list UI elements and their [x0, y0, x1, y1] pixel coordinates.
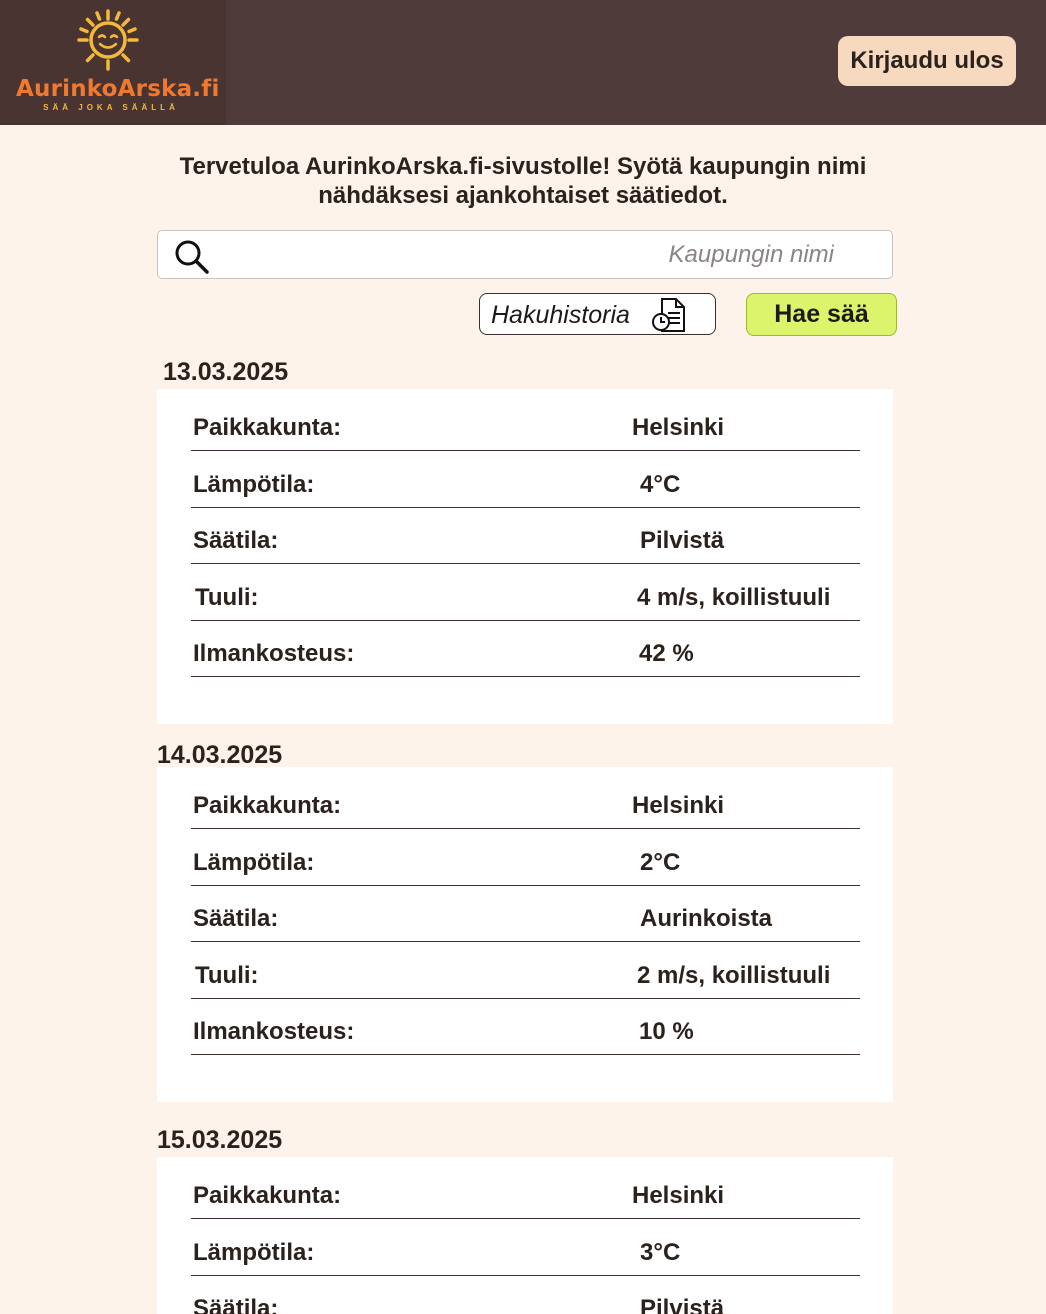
row-label: Tuuli:: [195, 962, 259, 989]
row-label: Ilmankosteus:: [193, 1018, 355, 1045]
welcome-text: Tervetuloa AurinkoArska.fi-sivustolle! S…: [179, 153, 867, 209]
get-weather-button[interactable]: Hae sää: [746, 293, 897, 336]
row-label: Ilmankosteus:: [193, 640, 355, 667]
row-label: Lämpötila:: [193, 849, 315, 876]
row-temperature: Lämpötila: 2°C: [191, 829, 860, 886]
row-value: 10 %: [639, 1018, 694, 1045]
search-history-button[interactable]: Hakuhistoria: [479, 293, 716, 335]
row-temperature: Lämpötila: 4°C: [191, 451, 860, 508]
row-value: Pilvistä: [640, 1295, 725, 1314]
row-value: 42 %: [639, 640, 694, 667]
row-conditions: Säätila: Aurinkoista: [191, 885, 860, 942]
forecast-date: 14.03.2025: [157, 741, 283, 769]
row-label: Säätila:: [193, 1295, 279, 1314]
row-value: Pilvistä: [640, 527, 725, 554]
row-value: 4 m/s, koillistuuli: [637, 584, 831, 611]
forecast-date: 13.03.2025: [163, 358, 289, 386]
row-label: Lämpötila:: [193, 1239, 315, 1266]
search-bar[interactable]: [157, 230, 893, 279]
row-value: 3°C: [640, 1239, 681, 1266]
document-history-icon: [652, 298, 685, 332]
forecast-card: Paikkakunta: Helsinki Lämpötila: 3°C Sää…: [157, 1157, 893, 1314]
search-icon[interactable]: [174, 239, 210, 275]
row-location: Paikkakunta: Helsinki: [191, 1162, 860, 1219]
sun-icon: [77, 9, 139, 71]
logo-text: AurinkoArska.fi: [16, 76, 220, 102]
row-conditions: Säätila: Pilvistä: [191, 507, 860, 564]
row-temperature: Lämpötila: 3°C: [191, 1219, 860, 1276]
row-value: Helsinki: [632, 1182, 725, 1209]
logout-button[interactable]: Kirjaudu ulos: [838, 36, 1016, 86]
row-location: Paikkakunta: Helsinki: [191, 772, 860, 829]
row-humidity: Ilmankosteus: 10 %: [191, 998, 860, 1055]
forecast-date: 15.03.2025: [157, 1126, 283, 1154]
row-label: Paikkakunta:: [193, 1182, 342, 1209]
row-value: Helsinki: [632, 414, 725, 441]
forecast-card: Paikkakunta: Helsinki Lämpötila: 4°C Sää…: [157, 389, 893, 724]
logo-tagline: SÄÄ JOKA SÄÄLLÄ: [43, 103, 179, 112]
row-label: Paikkakunta:: [193, 792, 342, 819]
row-conditions: Säätila: Pilvistä: [191, 1275, 860, 1314]
row-label: Paikkakunta:: [193, 414, 342, 441]
row-value: 2°C: [640, 849, 681, 876]
top-header: AurinkoArska.fi SÄÄ JOKA SÄÄLLÄ Kirjaudu…: [0, 0, 1046, 125]
row-label: Säätila:: [193, 527, 279, 554]
row-wind: Tuuli: 2 m/s, koillistuuli: [191, 942, 860, 999]
site-logo[interactable]: AurinkoArska.fi SÄÄ JOKA SÄÄLLÄ: [0, 0, 226, 125]
row-label: Tuuli:: [195, 584, 259, 611]
city-search-input[interactable]: [218, 237, 834, 273]
row-value: Aurinkoista: [640, 905, 773, 932]
forecast-card: Paikkakunta: Helsinki Lämpötila: 2°C Sää…: [157, 767, 893, 1102]
row-value: Helsinki: [632, 792, 725, 819]
row-value: 4°C: [640, 471, 681, 498]
row-location: Paikkakunta: Helsinki: [191, 394, 860, 451]
row-value: 2 m/s, koillistuuli: [637, 962, 831, 989]
row-wind: Tuuli: 4 m/s, koillistuuli: [191, 564, 860, 621]
row-label: Lämpötila:: [193, 471, 315, 498]
search-history-label: Hakuhistoria: [491, 301, 630, 329]
row-humidity: Ilmankosteus: 42 %: [191, 620, 860, 677]
row-label: Säätila:: [193, 905, 279, 932]
